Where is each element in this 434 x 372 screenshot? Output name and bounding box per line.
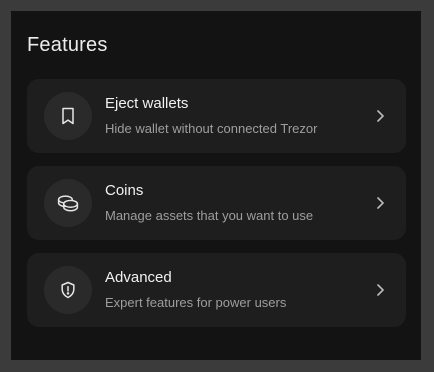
feature-title: Coins (105, 182, 144, 199)
feature-title: Eject wallets (105, 95, 189, 112)
bookmark-icon (62, 107, 74, 125)
feature-card-coins[interactable]: Coins Manage assets that you want to use (27, 166, 406, 240)
coins-icon (57, 195, 79, 212)
feature-description: Hide wallet without connected Trezor (105, 121, 318, 136)
features-panel: Features Eject wallets Hide wallet witho… (11, 11, 421, 360)
feature-card-advanced[interactable]: Advanced Expert features for power users (27, 253, 406, 327)
feature-title: Advanced (105, 269, 172, 286)
feature-description: Expert features for power users (105, 295, 287, 310)
chevron-right-icon (377, 284, 384, 296)
shield-alert-icon (61, 281, 75, 299)
chevron-right-icon (377, 110, 384, 122)
eject-wallets-icon-container (44, 92, 92, 140)
feature-description: Manage assets that you want to use (105, 208, 314, 223)
feature-card-eject-wallets[interactable]: Eject wallets Hide wallet without connec… (27, 79, 406, 153)
advanced-icon-container (44, 266, 92, 314)
section-title: Features (27, 34, 108, 56)
chevron-right-icon (377, 197, 384, 209)
coins-icon-container (44, 179, 92, 227)
